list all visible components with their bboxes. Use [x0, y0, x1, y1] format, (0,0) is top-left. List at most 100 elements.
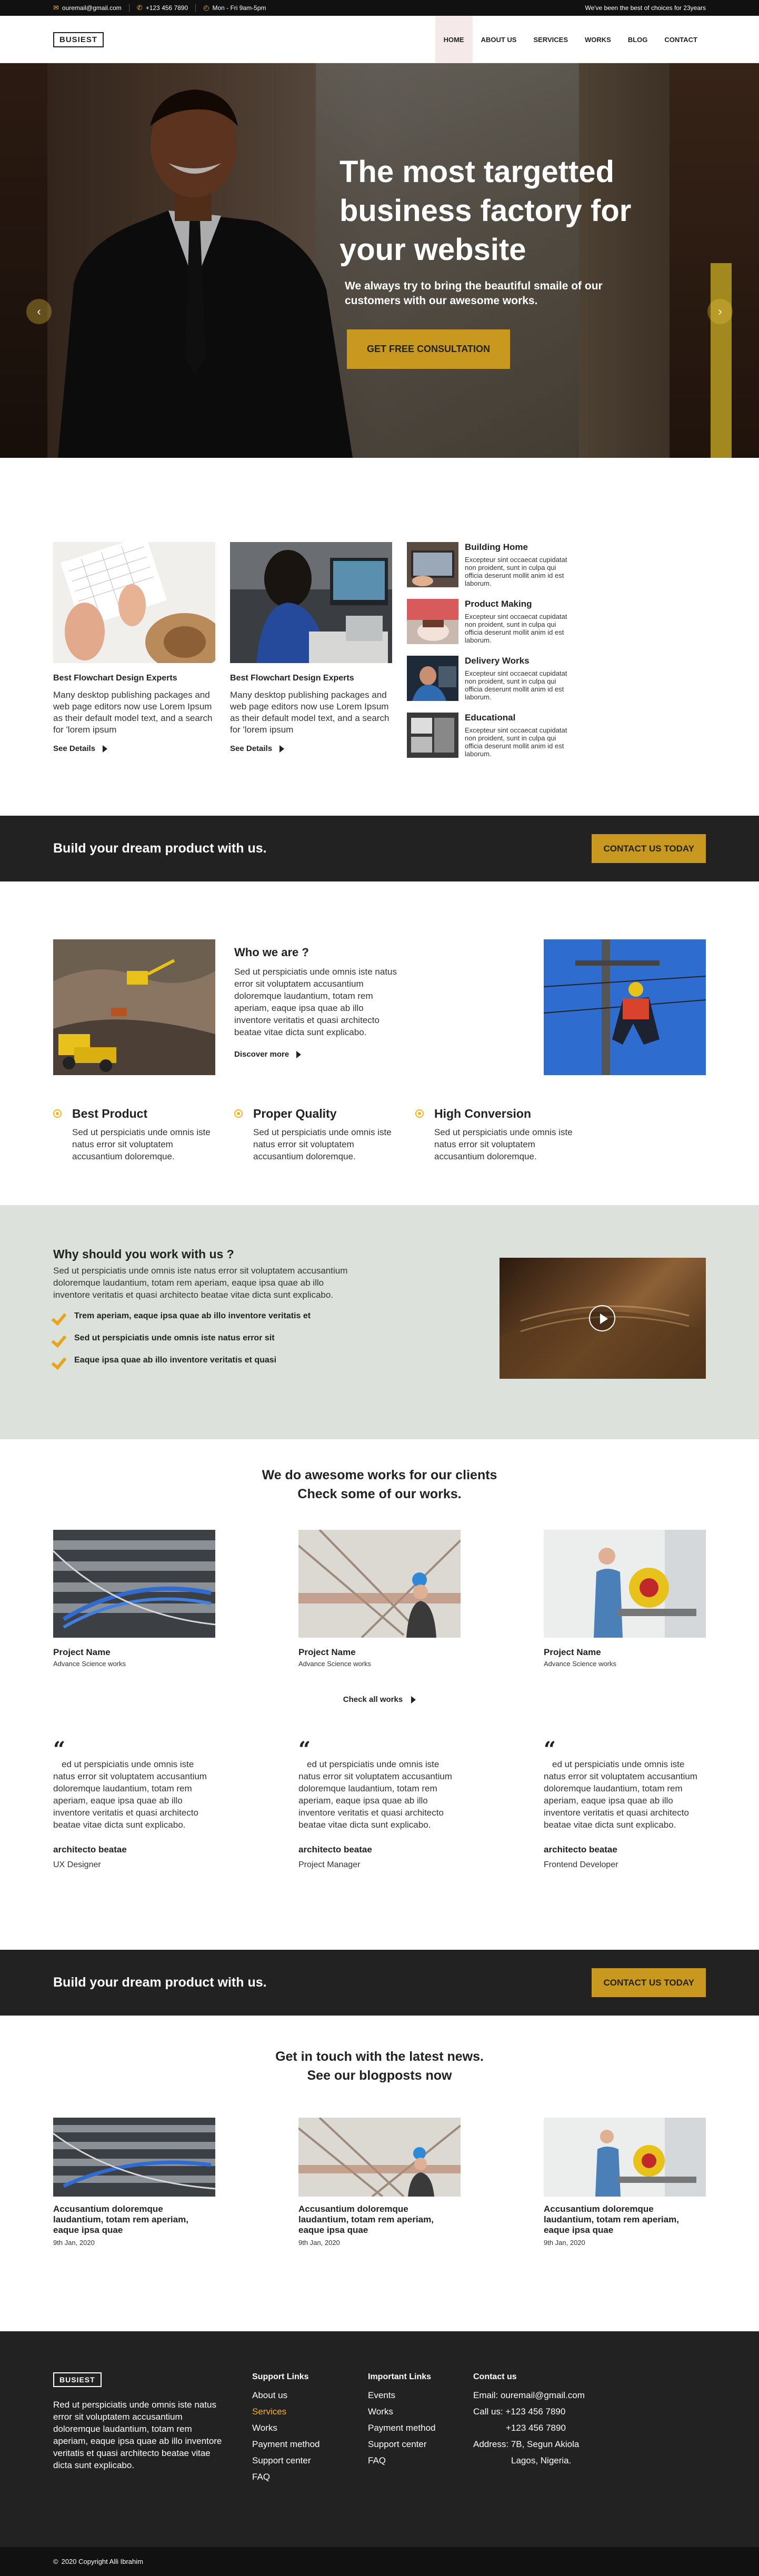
about-image-construction	[53, 939, 215, 1075]
footer-link[interactable]: Support center	[368, 2436, 473, 2452]
post-date: 9th Jan, 2020	[298, 2239, 340, 2247]
footer-link[interactable]: Support center	[252, 2452, 368, 2469]
work-item[interactable]: Project Name Advance Science works	[53, 1530, 215, 1668]
footer-link[interactable]: Payment method	[252, 2436, 368, 2452]
arrow-right-icon	[296, 1050, 302, 1058]
service-list: Building Home Excepteur sint occaecat cu…	[407, 542, 575, 768]
video-thumbnail[interactable]	[500, 1258, 706, 1379]
blog-post[interactable]: Accusantium doloremque laudantium, totam…	[298, 2118, 461, 2247]
site-header: BUSIEST HOME ABOUT US SERVICES WORKS BLO…	[0, 16, 759, 63]
footer-about: BUSIEST Red ut perspiciatis unde omnis i…	[53, 2372, 227, 2485]
arrow-right-icon	[279, 745, 285, 753]
service-item-text: Excepteur sint occaecat cupidatat non pr…	[465, 726, 567, 758]
why-title: Why should you work with us ?	[53, 1247, 234, 1261]
service-list-item[interactable]: Building Home Excepteur sint occaecat cu…	[407, 542, 575, 593]
why-text: Sed ut perspiciatis unde omnis iste natu…	[53, 1266, 348, 1300]
post-title: Accusantium doloremque laudantium, totam…	[53, 2204, 188, 2235]
testimonial-name: architecto beatae	[53, 1845, 127, 1855]
service-card: Best Flowchart Design Experts Many deskt…	[230, 542, 392, 768]
service-list-item[interactable]: Product Making Excepteur sint occaecat c…	[407, 599, 575, 649]
work-image-cables	[53, 1530, 215, 1638]
feature-text: Sed ut perspiciatis unde omnis iste natu…	[72, 1127, 211, 1161]
service-thumb	[407, 599, 458, 644]
nav-works[interactable]: WORKS	[576, 16, 620, 63]
testimonial-role: Project Manager	[298, 1860, 361, 1869]
footer-link[interactable]: Works	[368, 2403, 473, 2420]
hero-subtitle: We always try to bring the beautiful sma…	[345, 280, 603, 307]
work-item[interactable]: Project Name Advance Science works	[544, 1530, 706, 1668]
footer-about-text: Red ut perspiciatis unde omnis iste natu…	[53, 2400, 222, 2470]
quote-icon: “	[298, 1737, 311, 1762]
footer-column-title: Contact us	[473, 2372, 517, 2381]
post-image-engineer	[298, 2118, 461, 2197]
copyright-bar: © 2020 Copyright Alli Ibrahim	[0, 2547, 759, 2576]
see-details-link[interactable]: See Details	[230, 744, 285, 753]
footer-link[interactable]: Events	[368, 2387, 473, 2403]
service-item-text: Excepteur sint occaecat cupidatat non pr…	[465, 556, 567, 587]
topbar-email[interactable]: ✉ ouremail@gmail.com	[53, 4, 129, 12]
check-all-works-link[interactable]: Check all works	[53, 1695, 706, 1704]
target-icon	[53, 1109, 62, 1118]
service-thumb	[407, 713, 458, 758]
footer-link[interactable]: Payment method	[368, 2420, 473, 2436]
footer-link[interactable]: FAQ	[368, 2452, 473, 2469]
footer-address: Address: 7B, Segun Akiola	[473, 2439, 580, 2449]
contact-us-button[interactable]: CONTACT US TODAY	[592, 834, 706, 863]
post-date: 9th Jan, 2020	[544, 2239, 585, 2247]
checkmark-icon	[53, 1355, 68, 1366]
nav-services[interactable]: SERVICES	[525, 16, 576, 63]
testimonial-text: ed ut perspiciatis unde omnis iste natus…	[544, 1759, 697, 1830]
testimonials-section: “ ed ut perspiciatis unde omnis iste nat…	[0, 1739, 759, 1950]
about-title: Who we are ?	[234, 946, 309, 959]
footer-link[interactable]: Services	[252, 2403, 368, 2420]
footer-email[interactable]: Email: ouremail@gmail.com	[473, 2387, 585, 2403]
free-consultation-button[interactable]: GET FREE CONSULTATION	[347, 329, 510, 369]
topbar-phone[interactable]: ✆ +123 456 7890	[137, 4, 196, 12]
service-card: Best Flowchart Design Experts Many deskt…	[53, 542, 215, 768]
footer-phone-2[interactable]: +123 456 7890	[473, 2420, 585, 2436]
logo[interactable]: BUSIEST	[53, 32, 104, 47]
testimonial-name: architecto beatae	[544, 1845, 617, 1855]
nav-home[interactable]: HOME	[435, 16, 473, 63]
discover-more-link[interactable]: Discover more	[234, 1050, 302, 1059]
footer-logo[interactable]: BUSIEST	[53, 2372, 102, 2387]
see-details-link[interactable]: See Details	[53, 744, 108, 753]
hero-prev-arrow[interactable]: ‹	[26, 299, 52, 324]
blog-post[interactable]: Accusantium doloremque laudantium, totam…	[544, 2118, 706, 2247]
service-list-item[interactable]: Delivery Works Excepteur sint occaecat c…	[407, 656, 575, 706]
footer-contact: Contact us Email: ouremail@gmail.com Cal…	[473, 2372, 585, 2485]
footer-link[interactable]: Works	[252, 2420, 368, 2436]
service-item-text: Excepteur sint occaecat cupidatat non pr…	[465, 613, 567, 644]
nav-contact[interactable]: CONTACT	[656, 16, 706, 63]
feature-title: Best Product	[72, 1107, 148, 1120]
quote-icon: “	[544, 1737, 556, 1762]
footer-address-2: Lagos, Nigeria.	[511, 2455, 572, 2465]
footer-link[interactable]: FAQ	[252, 2469, 368, 2485]
work-name: Project Name	[544, 1647, 601, 1657]
arrow-right-icon	[411, 1696, 416, 1703]
nav-blog[interactable]: BLOG	[620, 16, 656, 63]
footer-phone[interactable]: Call us: +123 456 7890	[473, 2403, 585, 2420]
post-title: Accusantium doloremque laudantium, totam…	[544, 2204, 679, 2235]
service-item-title: Product Making	[465, 599, 532, 609]
hero-next-arrow[interactable]: ›	[707, 299, 733, 324]
post-image-saw	[544, 2118, 706, 2197]
check-item: Sed ut perspiciatis unde omnis iste natu…	[53, 1332, 348, 1344]
checkmark-icon	[53, 1332, 68, 1344]
testimonial-role: Frontend Developer	[544, 1860, 618, 1869]
work-item[interactable]: Project Name Advance Science works	[298, 1530, 461, 1668]
play-button-icon[interactable]	[589, 1305, 615, 1331]
hero-slider: ‹ › The most targetted business factory …	[0, 63, 759, 458]
post-title: Accusantium doloremque laudantium, totam…	[298, 2204, 434, 2235]
why-checklist: Trem aperiam, eaque ipsa quae ab illo in…	[53, 1310, 348, 1366]
footer-link[interactable]: About us	[252, 2387, 368, 2403]
contact-us-button[interactable]: CONTACT US TODAY	[592, 1968, 706, 1997]
blog-post[interactable]: Accusantium doloremque laudantium, totam…	[53, 2118, 215, 2247]
service-card-text: Many desktop publishing packages and web…	[230, 690, 390, 735]
service-list-item[interactable]: Educational Excepteur sint occaecat cupi…	[407, 713, 575, 763]
service-card-title: Best Flowchart Design Experts	[53, 674, 177, 683]
nav-about[interactable]: ABOUT US	[473, 16, 525, 63]
target-icon	[234, 1109, 243, 1118]
service-thumb	[407, 542, 458, 587]
post-date: 9th Jan, 2020	[53, 2239, 95, 2247]
